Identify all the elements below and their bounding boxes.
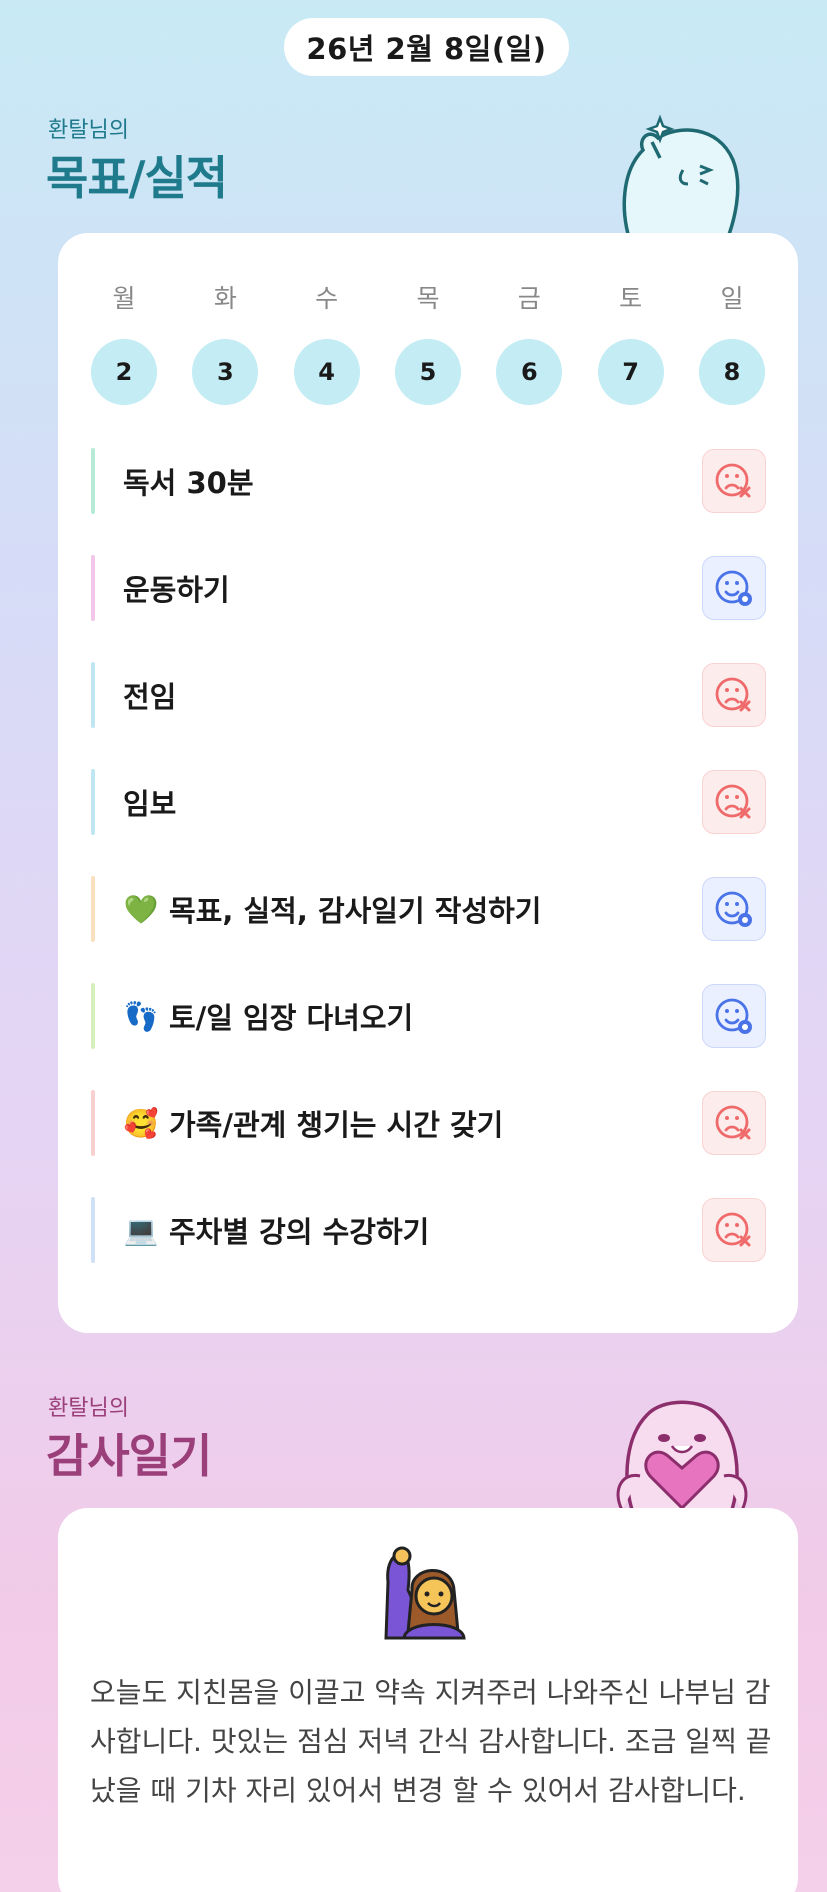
goal-done-status-button[interactable] [702, 556, 766, 620]
gratitude-card: 오늘도 지친몸을 이끌고 약속 지켜주러 나와주신 나부님 감사합니다. 맛있는… [58, 1508, 798, 1892]
goal-row[interactable]: 👣 토/일 임장 다녀오기 [91, 983, 766, 1049]
goals-title: 목표/실적 [46, 151, 228, 205]
goal-label: 임보 [123, 787, 177, 821]
goal-color-bar [91, 876, 95, 942]
gratitude-title: 감사일기 [46, 1429, 212, 1483]
smile-check-icon [715, 998, 752, 1034]
goal-fail-status-button[interactable] [702, 1091, 766, 1155]
day-circle-7[interactable]: 7 [597, 339, 664, 405]
goal-color-bar [91, 1197, 95, 1263]
weekday-label: 금 [517, 284, 541, 313]
goal-row[interactable]: 💚 목표, 실적, 감사일기 작성하기 [91, 876, 766, 942]
weekday-label: 목 [416, 284, 440, 313]
weekday-label: 일 [720, 284, 744, 313]
app-frame: 26년 2월 8일(일) 환탈님의 목표/실적 월 화 수 목 금 토 일 2 … [10, 0, 817, 1892]
goal-label: 목표, 실적, 감사일기 작성하기 [169, 894, 542, 928]
weekday-label: 화 [213, 284, 237, 313]
weekday-label: 토 [619, 284, 643, 313]
sad-x-icon [715, 677, 751, 712]
day-circle-5[interactable]: 5 [394, 339, 461, 405]
goal-row[interactable]: 🥰 가족/관계 챙기는 시간 갖기 [91, 1090, 766, 1156]
goals-card: 월 화 수 목 금 토 일 2 3 4 5 6 7 8 독서 30분운동하기전임… [58, 233, 798, 1333]
goal-color-bar [91, 662, 95, 728]
gratitude-text: 오늘도 지친몸을 이끌고 약속 지켜주러 나와주신 나부님 감사합니다. 맛있는… [90, 1676, 772, 1807]
goal-emoji: 👣 [123, 999, 159, 1033]
goal-done-status-button[interactable] [702, 877, 766, 941]
weekday-label: 수 [315, 284, 339, 313]
goal-label: 운동하기 [123, 573, 230, 607]
goal-fail-status-button[interactable] [702, 663, 766, 727]
day-circle-2[interactable]: 2 [91, 339, 157, 405]
goal-fail-status-button[interactable] [702, 449, 766, 513]
goal-fail-status-button[interactable] [702, 770, 766, 834]
goal-label: 독서 30분 [123, 466, 254, 500]
day-circle-8[interactable]: 8 [698, 339, 765, 405]
raising-hand-woman-icon [384, 1546, 466, 1640]
goal-label: 주차별 강의 수강하기 [169, 1215, 430, 1249]
date-pill: 26년 2월 8일(일) [284, 18, 569, 76]
goal-color-bar [91, 983, 95, 1049]
goal-done-status-button[interactable] [702, 984, 766, 1048]
goal-emoji: 💻 [123, 1213, 159, 1247]
mascot-sparkle-icon [622, 114, 740, 250]
goal-label: 전임 [123, 680, 177, 714]
goal-row[interactable]: 💻 주차별 강의 수강하기 [91, 1197, 766, 1263]
sad-x-icon [715, 463, 751, 498]
smile-check-icon [715, 891, 752, 927]
sad-x-icon [715, 1212, 751, 1247]
smile-check-icon [715, 570, 752, 606]
goal-fail-status-button[interactable] [702, 1198, 766, 1262]
goal-label: 가족/관계 챙기는 시간 갖기 [169, 1108, 504, 1142]
goal-emoji: 💚 [123, 892, 159, 926]
weekday-label: 월 [112, 284, 136, 313]
mascot-heart-icon [616, 1400, 748, 1510]
goal-color-bar [91, 448, 95, 514]
goal-row[interactable]: 전임 [91, 662, 766, 728]
gratitude-owner: 환탈님의 [48, 1396, 129, 1421]
date-text: 26년 2월 8일(일) [306, 32, 547, 66]
day-circle-6[interactable]: 6 [496, 339, 563, 405]
day-circle-3[interactable]: 3 [192, 339, 259, 405]
goals-owner: 환탈님의 [48, 118, 129, 143]
goal-row[interactable]: 독서 30분 [91, 448, 766, 514]
sad-x-icon [715, 1105, 751, 1140]
goal-label: 토/일 임장 다녀오기 [169, 1001, 414, 1035]
goal-row[interactable]: 운동하기 [91, 555, 766, 621]
sad-x-icon [715, 784, 751, 819]
goal-color-bar [91, 555, 95, 621]
date-row: 2 3 4 5 6 7 8 [91, 339, 765, 405]
goal-color-bar [91, 769, 95, 835]
goal-color-bar [91, 1090, 95, 1156]
day-circle-4[interactable]: 4 [293, 339, 360, 405]
goal-emoji: 🥰 [123, 1106, 159, 1140]
goal-row[interactable]: 임보 [91, 769, 766, 835]
weekday-row: 월 화 수 목 금 토 일 [91, 279, 765, 315]
